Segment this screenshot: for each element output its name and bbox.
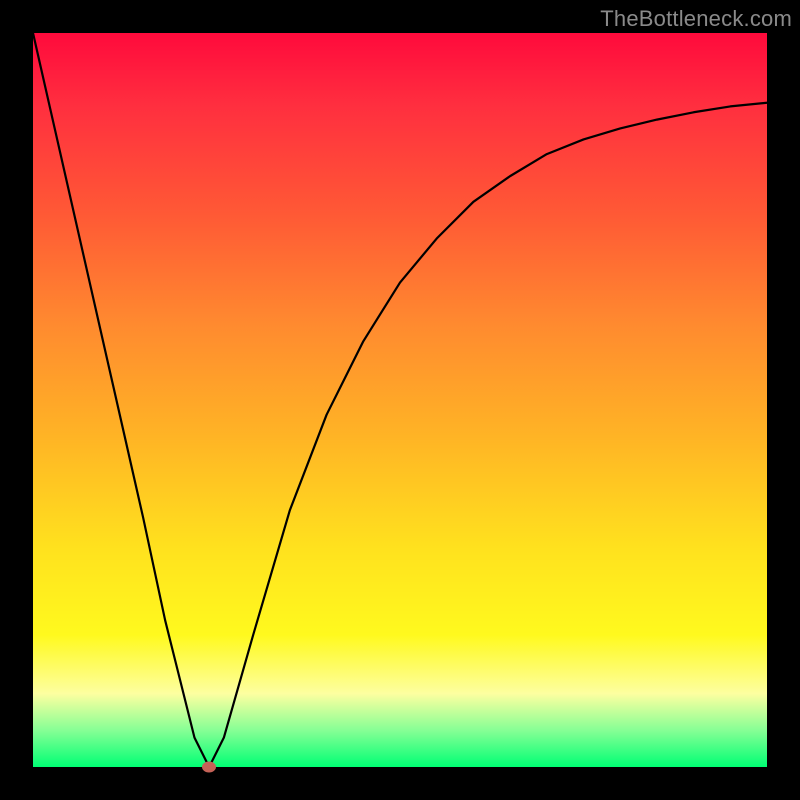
curve-path [33,33,767,767]
chart-canvas: TheBottleneck.com [0,0,800,800]
plot-area [33,33,767,767]
curve-svg [33,33,767,767]
watermark-text: TheBottleneck.com [600,6,792,32]
minimum-marker [202,762,216,773]
